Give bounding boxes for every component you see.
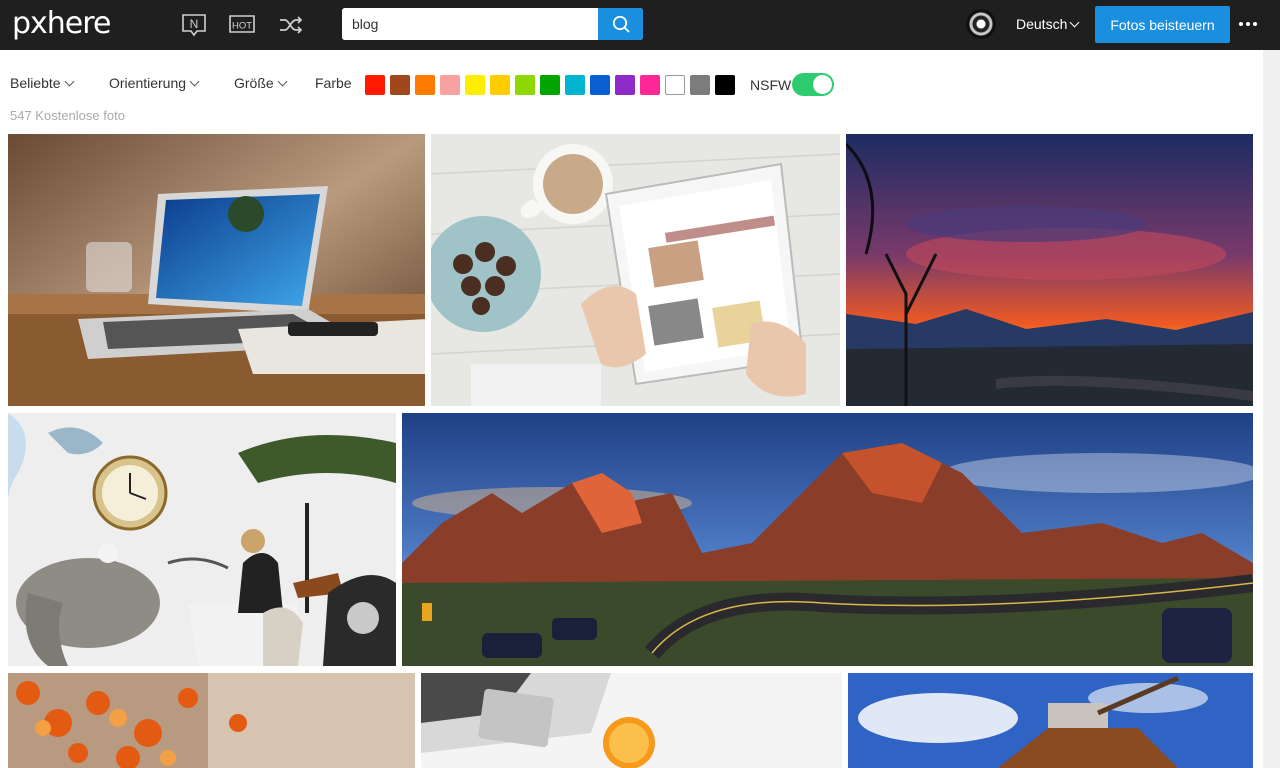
color-swatch[interactable] bbox=[465, 75, 485, 95]
search-button[interactable] bbox=[598, 8, 643, 40]
color-swatch[interactable] bbox=[690, 75, 710, 95]
new-icon[interactable]: N bbox=[181, 13, 207, 37]
hot-icon-label: HOT bbox=[232, 21, 252, 32]
color-swatch[interactable] bbox=[665, 75, 685, 95]
filter-popular[interactable]: Beliebte bbox=[10, 75, 75, 91]
color-swatch[interactable] bbox=[515, 75, 535, 95]
nsfw-label: NSFW bbox=[750, 77, 792, 93]
filter-size-label: Größe bbox=[234, 75, 274, 91]
search-input[interactable] bbox=[342, 8, 598, 40]
color-swatch[interactable] bbox=[390, 75, 410, 95]
photo-autumn-leaves[interactable] bbox=[8, 673, 415, 768]
search-box bbox=[342, 8, 643, 40]
user-avatar[interactable] bbox=[966, 9, 996, 39]
result-count: 547 Kostenlose foto bbox=[10, 108, 125, 123]
color-swatch[interactable] bbox=[640, 75, 660, 95]
color-label: Farbe bbox=[315, 75, 352, 91]
filter-orientation-label: Orientierung bbox=[109, 75, 187, 91]
new-icon-label: N bbox=[190, 17, 199, 31]
language-label: Deutsch bbox=[1016, 16, 1068, 32]
shuffle-icon[interactable] bbox=[278, 13, 304, 37]
hot-icon[interactable]: HOT bbox=[229, 13, 255, 37]
color-swatch[interactable] bbox=[615, 75, 635, 95]
color-swatch[interactable] bbox=[365, 75, 385, 95]
nsfw-toggle[interactable] bbox=[792, 73, 834, 96]
photo-collage-elephant[interactable] bbox=[8, 413, 396, 666]
chevron-down-icon bbox=[64, 76, 75, 86]
filter-color-label: Farbe bbox=[315, 75, 352, 91]
contribute-photos-button[interactable]: Fotos beisteuern bbox=[1095, 6, 1230, 43]
color-swatch[interactable] bbox=[565, 75, 585, 95]
chevron-down-icon bbox=[189, 76, 200, 86]
filter-popular-label: Beliebte bbox=[10, 75, 61, 91]
color-swatch[interactable] bbox=[490, 75, 510, 95]
photo-canyon-panorama[interactable] bbox=[402, 413, 1253, 666]
photo-tablet-coffee[interactable] bbox=[431, 134, 840, 406]
more-options-icon[interactable] bbox=[1239, 22, 1257, 26]
color-swatch[interactable] bbox=[590, 75, 610, 95]
color-swatch[interactable] bbox=[715, 75, 735, 95]
color-swatch[interactable] bbox=[540, 75, 560, 95]
top-bar: pxhere N HOT Deutsch Fotos beisteuern bbox=[0, 0, 1280, 50]
photo-sky-water-tower[interactable] bbox=[848, 673, 1253, 768]
filter-size[interactable]: Größe bbox=[234, 75, 288, 91]
filter-orientation[interactable]: Orientierung bbox=[109, 75, 200, 91]
color-swatch[interactable] bbox=[415, 75, 435, 95]
chevron-down-icon bbox=[1069, 17, 1080, 27]
toggle-knob bbox=[813, 75, 832, 94]
photo-sunset-mountains[interactable] bbox=[846, 134, 1253, 406]
chevron-down-icon bbox=[277, 76, 288, 86]
search-icon bbox=[612, 15, 629, 33]
site-logo[interactable]: pxhere bbox=[12, 6, 111, 42]
photo-laptop-orange[interactable] bbox=[421, 673, 842, 768]
color-swatch[interactable] bbox=[440, 75, 460, 95]
photo-laptop-on-desk[interactable] bbox=[8, 134, 425, 406]
language-selector[interactable]: Deutsch bbox=[1016, 16, 1080, 32]
page-scrollbar[interactable] bbox=[1263, 50, 1280, 768]
